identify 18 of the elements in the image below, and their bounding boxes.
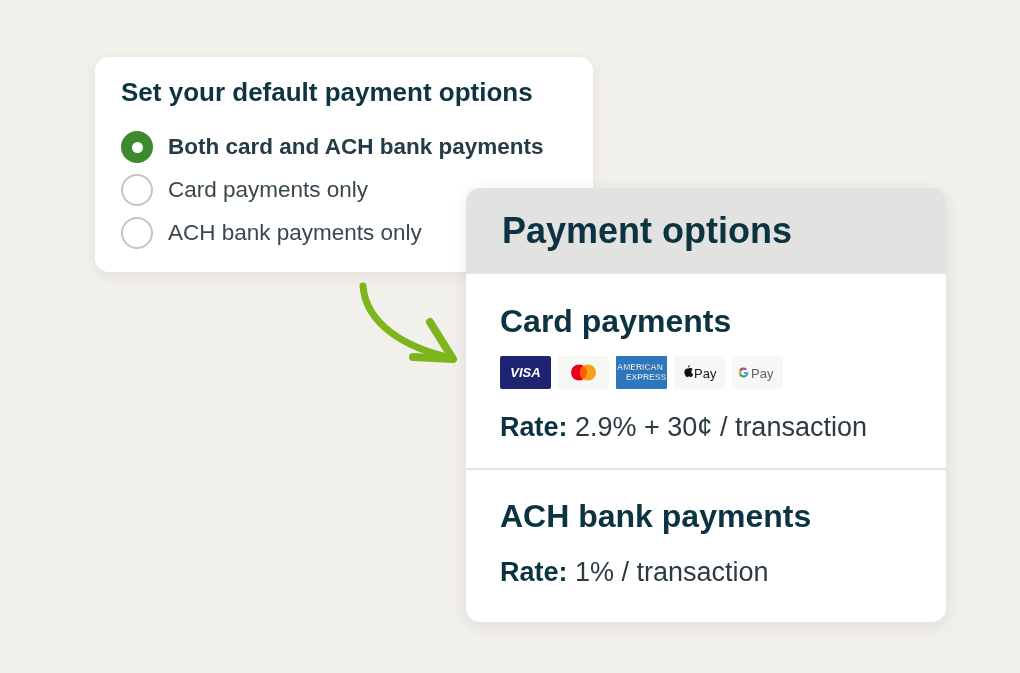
curved-arrow-icon	[358, 282, 458, 364]
radio-button[interactable]	[121, 174, 153, 206]
radio-label[interactable]: Both card and ACH bank payments	[168, 133, 544, 161]
apple-pay-logo: Pay	[674, 356, 725, 389]
visa-logo: VISA	[500, 356, 551, 389]
section-title: ACH bank payments	[500, 497, 813, 535]
amex-logo: AMERICAN EXPRESS	[616, 356, 667, 389]
radio-label[interactable]: Card payments only	[168, 176, 369, 204]
radio-label[interactable]: ACH bank payments only	[168, 219, 422, 247]
google-pay-logo: Pay	[732, 356, 783, 389]
radio-button[interactable]	[121, 217, 153, 249]
payment-options-title: Payment options	[502, 210, 793, 252]
rate-text: Rate: 1% / transaction	[500, 556, 770, 588]
settings-title: Set your default payment options	[121, 76, 534, 108]
section-title: Card payments	[500, 302, 733, 340]
radio-button[interactable]	[121, 131, 153, 163]
overlapping-circles-logo-icon	[558, 356, 609, 389]
rate-text: Rate: 2.9% + 30¢ / transaction	[500, 411, 868, 443]
